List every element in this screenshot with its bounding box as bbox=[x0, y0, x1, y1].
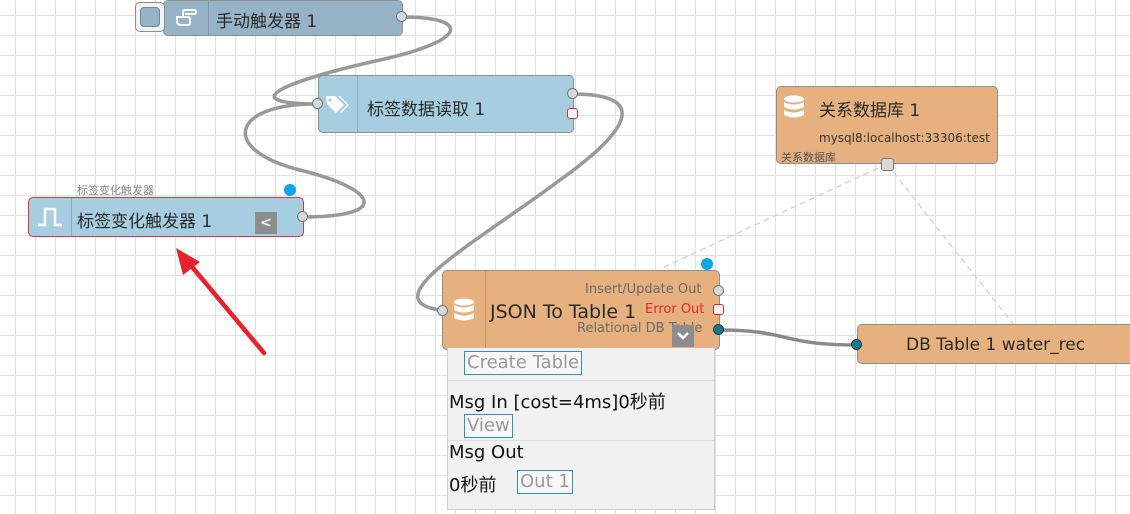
json-relational-port[interactable] bbox=[713, 324, 724, 335]
tag-read-error-port[interactable] bbox=[567, 108, 578, 119]
inject-button-inner bbox=[140, 7, 160, 27]
tag-change-icon-box bbox=[29, 198, 72, 236]
node-manual-trigger[interactable]: 手动触发器 1 bbox=[163, 0, 403, 36]
node-tag-change-trigger[interactable]: 标签变化触发器 1 < bbox=[28, 197, 304, 237]
manual-trigger-label: 手动触发器 1 bbox=[216, 12, 318, 32]
create-table-button[interactable]: Create Table bbox=[464, 351, 583, 375]
dashed-link-db-to-json bbox=[661, 163, 888, 269]
relational-db-caption: 关系数据库 bbox=[781, 151, 836, 164]
json-input-port[interactable] bbox=[437, 305, 448, 316]
wire-json-to-dbtable[interactable] bbox=[718, 328, 858, 347]
inject-button[interactable] bbox=[135, 2, 165, 32]
db-table-input-port[interactable] bbox=[851, 339, 862, 350]
tag-read-input-port[interactable] bbox=[312, 98, 323, 109]
node-json-to-table[interactable]: Insert/Update Out JSON To Table 1 Error … bbox=[442, 270, 720, 350]
tag-change-output-port[interactable] bbox=[297, 211, 308, 222]
relational-db-label: 关系数据库 1 bbox=[819, 101, 921, 121]
panel-divider-2 bbox=[448, 440, 714, 441]
out-1-button[interactable]: Out 1 bbox=[517, 470, 573, 494]
manual-trigger-output-port[interactable] bbox=[396, 11, 407, 22]
dashed-link-db-to-dbtable bbox=[886, 163, 1014, 325]
tags-icon bbox=[326, 96, 349, 113]
json-port-error-label: Error Out bbox=[645, 302, 705, 317]
view-button[interactable]: View bbox=[464, 414, 513, 438]
pulse-wave-icon bbox=[38, 207, 62, 227]
tag-read-icon-box bbox=[319, 76, 358, 132]
relational-db-port[interactable] bbox=[881, 158, 894, 171]
relational-db-connection: mysql8:localhost:33306:test bbox=[819, 131, 990, 145]
tag-read-output-port[interactable] bbox=[567, 88, 578, 99]
json-to-table-label: JSON To Table 1 bbox=[490, 301, 637, 323]
tag-change-caption: 标签变化触发器 bbox=[77, 184, 154, 197]
red-arrow bbox=[185, 259, 267, 356]
json-insert-update-port[interactable] bbox=[713, 285, 724, 296]
out-time-text: 0秒前 bbox=[449, 475, 497, 496]
database-icon bbox=[784, 95, 804, 118]
hand-pointer-icon bbox=[176, 9, 197, 26]
msg-out-text: Msg Out bbox=[449, 442, 524, 463]
json-port-insert-update-label: Insert/Update Out bbox=[585, 282, 702, 297]
tag-read-label: 标签数据读取 1 bbox=[367, 100, 486, 120]
node-relational-db[interactable]: 关系数据库 1 mysql8:localhost:33306:test 关系数据… bbox=[776, 86, 998, 164]
node-info-panel: Create Table Msg In [cost=4ms]0秒前 View M… bbox=[447, 348, 715, 510]
json-selection-dot bbox=[701, 258, 713, 270]
chevron-left-icon[interactable]: < bbox=[255, 212, 277, 234]
node-db-table[interactable]: DB Table 1 water_rec bbox=[857, 324, 1130, 364]
panel-divider bbox=[448, 380, 714, 381]
database-icon bbox=[454, 298, 474, 321]
chevron-down-icon[interactable] bbox=[672, 325, 694, 347]
tag-change-label: 标签变化触发器 1 bbox=[77, 212, 213, 232]
node-tag-read[interactable]: 标签数据读取 1 bbox=[318, 75, 574, 133]
tag-change-selection-dot bbox=[284, 184, 296, 196]
json-error-port[interactable] bbox=[713, 304, 724, 315]
manual-trigger-icon-box bbox=[164, 1, 209, 35]
db-table-label: DB Table 1 water_rec bbox=[906, 335, 1086, 355]
json-icon-box bbox=[443, 271, 486, 349]
msg-in-text: Msg In [cost=4ms]0秒前 bbox=[449, 392, 666, 413]
